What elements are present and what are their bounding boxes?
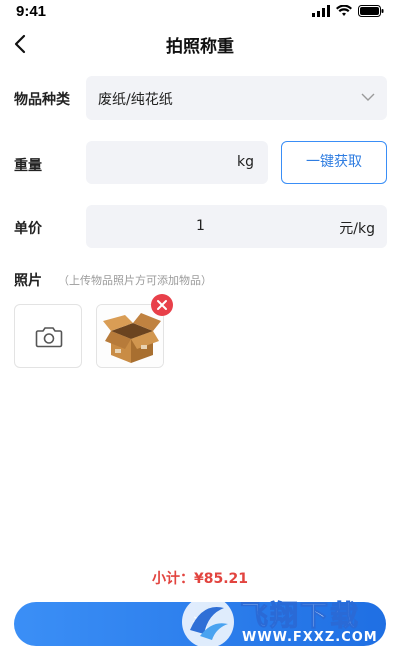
price-unit: 元/kg (339, 221, 375, 237)
photo-hint: （上传物品照片方可添加物品） (58, 274, 212, 287)
wifi-icon (336, 5, 352, 16)
price-input[interactable]: 1 元/kg (86, 205, 387, 248)
weight-input[interactable]: kg (86, 141, 268, 184)
category-label: 物品种类 (14, 92, 70, 108)
camera-icon (35, 327, 63, 348)
page-title: 拍照称重 (166, 37, 234, 57)
chevron-down-icon (361, 93, 375, 101)
weight-unit: kg (237, 154, 254, 170)
price-label: 单价 (14, 221, 42, 237)
battery-icon (358, 5, 384, 17)
watermark-text: 飞翔下载 (239, 599, 361, 633)
remove-photo-button[interactable] (151, 294, 173, 316)
upload-photo-button[interactable] (14, 304, 82, 368)
weight-label: 重量 (14, 158, 42, 174)
status-icons (312, 5, 384, 17)
watermark: 飞翔下载 WWW.FXXZ.COM (178, 590, 388, 654)
category-select[interactable]: 废纸/纯花纸 (86, 76, 387, 120)
nav-bar: 拍照称重 (0, 28, 400, 60)
subtotal: 小计：¥85.21 (151, 571, 249, 587)
watermark-url: WWW.FXXZ.COM (242, 630, 378, 645)
category-value: 废纸/纯花纸 (98, 92, 173, 108)
status-bar: 9:41 (0, 0, 400, 24)
remove-icon (157, 300, 167, 310)
price-value: 1 (196, 218, 205, 234)
fetch-weight-button[interactable]: 一键获取 (281, 141, 387, 184)
status-time: 9:41 (16, 3, 47, 20)
signal-icon (312, 5, 330, 17)
photo-label: 照片 (14, 273, 42, 289)
